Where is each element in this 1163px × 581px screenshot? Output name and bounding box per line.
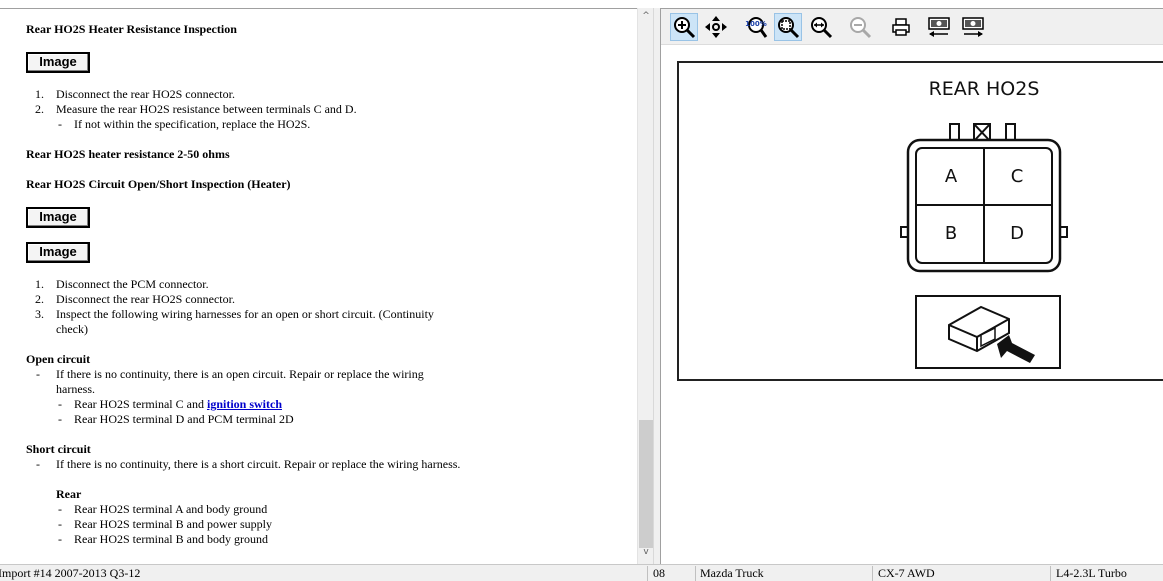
terminal-a-label: A [945,166,958,187]
short-circuit-subheading: Rear [56,487,82,501]
previous-image-button[interactable] [925,13,953,41]
zoom-out-icon [850,17,872,39]
image-button-3[interactable]: Image [26,242,90,263]
pan-button[interactable] [702,13,730,41]
status-bar: Import #14 2007-2013 Q3-12 08 Mazda Truc… [0,564,1163,581]
zoom-in-icon [674,17,696,39]
terminal-c-label: C [1011,166,1024,187]
pane-splitter[interactable] [653,8,661,564]
print-button[interactable] [887,13,915,41]
open-circuit-heading: Open circuit [26,352,91,366]
list-item-continuation: check) [56,322,88,336]
status-make: Mazda Truck [700,566,764,580]
status-engine: L4-2.3L Turbo [1056,566,1127,580]
svg-text:100%: 100% [745,20,767,28]
terminal-d-label: D [1010,223,1024,244]
zoom-100-button[interactable]: 100% [742,13,770,41]
section-heading-open-short: Rear HO2S Circuit Open/Short Inspection … [26,177,291,191]
image-toolbar: 100% [661,9,1163,45]
status-code: 08 [653,566,665,580]
zoom-out-button [846,13,874,41]
zoom-fit-button[interactable] [774,13,802,41]
zoom-fit-icon [778,17,800,39]
heater-resistance-spec: Rear HO2S heater resistance 2-50 ohms [26,147,230,161]
zoom-in-button[interactable] [670,13,698,41]
status-import: Import #14 2007-2013 Q3-12 [0,566,141,580]
vertical-scrollbar[interactable]: ^ v [637,8,653,564]
rear-ho2s-connector-illustration: REAR HO2S A C B D [900,78,1068,369]
image-button-2[interactable]: Image [26,207,90,228]
connector-diagram: REAR HO2S A C B D [677,61,1163,381]
scroll-up-arrow[interactable]: ^ [638,8,654,24]
image-pane: 100% REAR HO2S A C B D [661,8,1163,564]
zoom-width-button[interactable] [807,13,835,41]
list-item-continuation: harness. [56,382,95,396]
printer-icon [892,18,910,36]
zoom-100-icon: 100% [745,17,768,38]
status-model: CX-7 AWD [878,566,935,580]
scrollbar-thumb[interactable] [639,420,653,548]
short-circuit-heading: Short circuit [26,442,91,456]
zoom-width-icon [811,17,833,39]
move-arrows-icon [705,16,727,38]
diagram-title: REAR HO2S [929,78,1040,100]
terminal-b-label: B [945,223,957,244]
next-image-icon [962,17,984,37]
image-button-1[interactable]: Image [26,52,90,73]
scroll-down-arrow[interactable]: v [638,544,654,560]
next-image-button[interactable] [959,13,987,41]
ignition-switch-link[interactable]: ignition switch [207,397,282,411]
section-heading-heater-resistance: Rear HO2S Heater Resistance Inspection [26,22,237,36]
previous-image-icon [928,17,950,37]
document-pane: Rear HO2S Heater Resistance Inspection I… [0,8,637,564]
